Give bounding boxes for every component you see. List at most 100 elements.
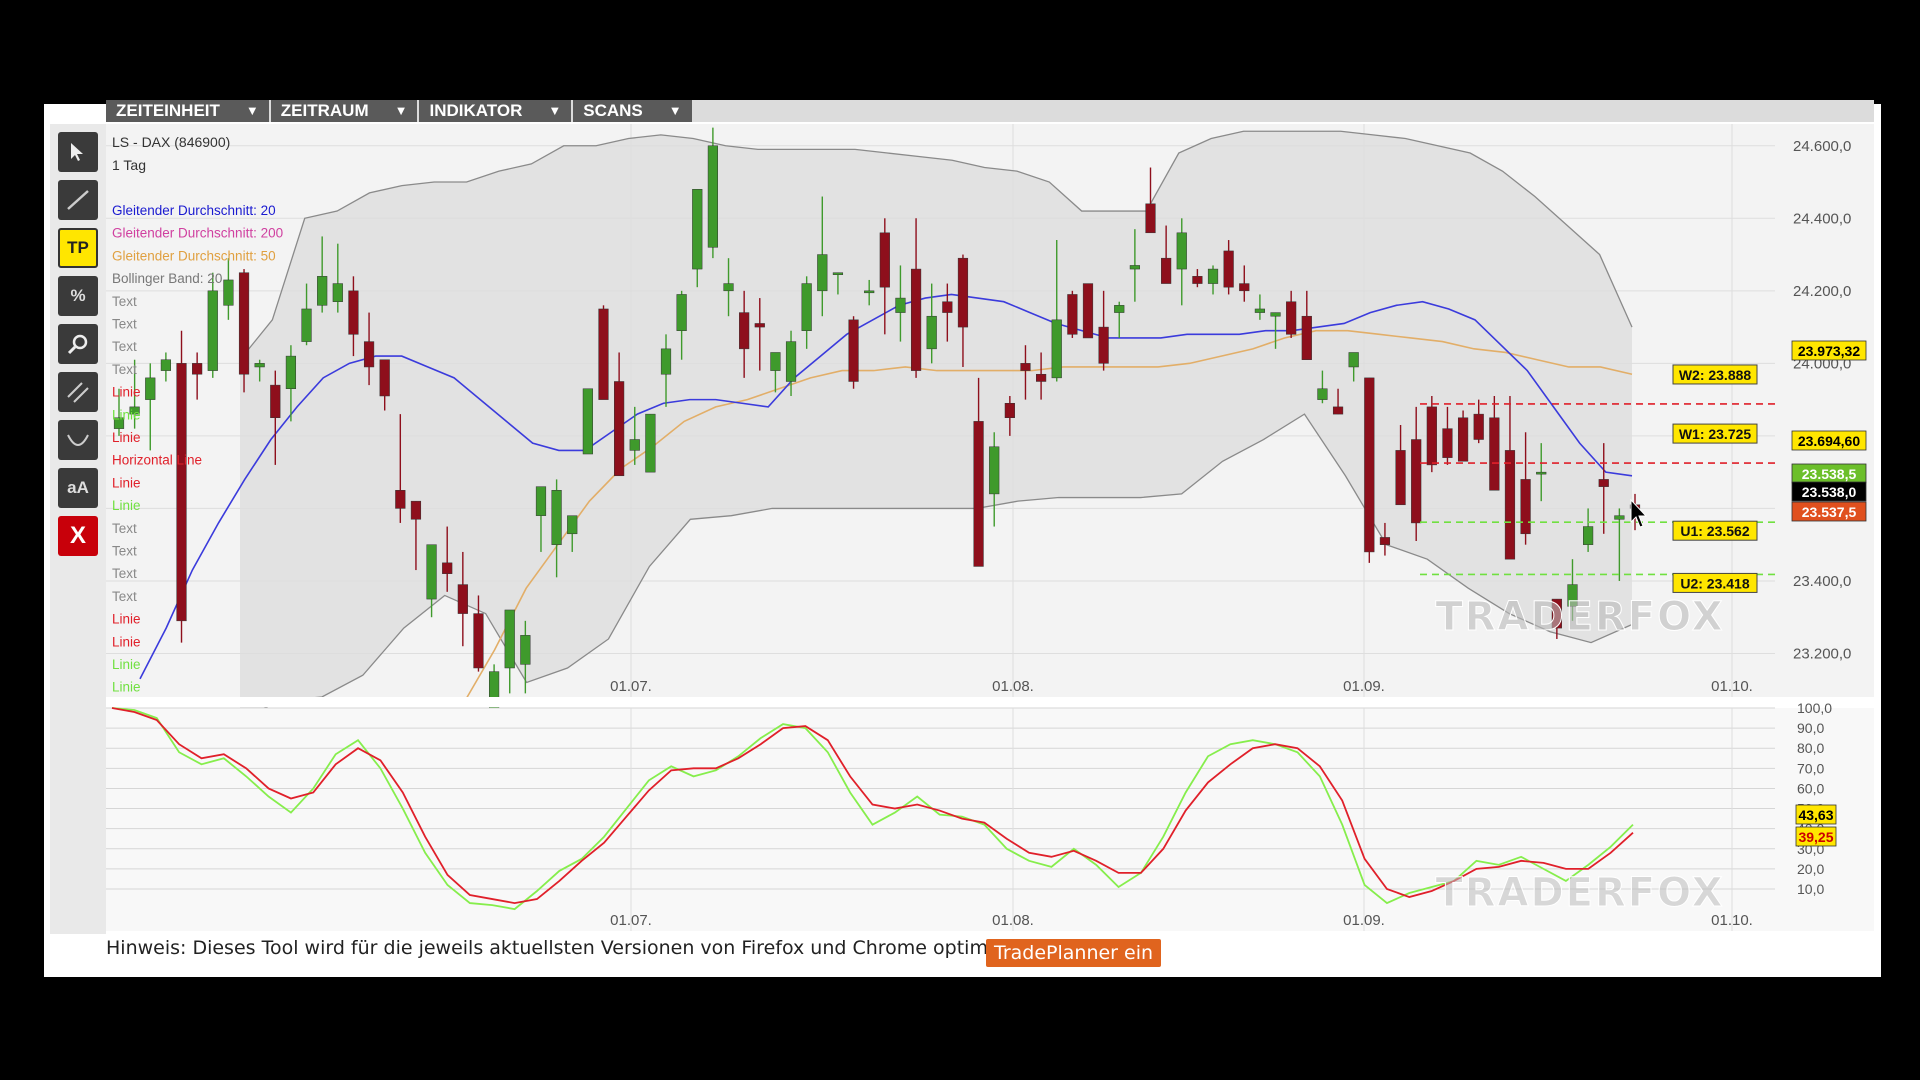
- candle-body: [1348, 352, 1359, 368]
- level-label: U2: 23.418: [1672, 572, 1758, 593]
- candle-body: [1520, 479, 1531, 535]
- legend-entry: Text: [112, 544, 137, 559]
- legend-entry: Text: [112, 362, 137, 377]
- legend-entry: Linie: [112, 407, 141, 422]
- candle-body: [864, 290, 875, 294]
- candle-body: [535, 486, 547, 516]
- candle-body: [254, 363, 265, 368]
- candle-body: [1426, 406, 1437, 466]
- osc-x-tick-label: 01.08.: [992, 912, 1034, 929]
- candle-body: [1489, 417, 1500, 491]
- candle-body: [567, 515, 578, 535]
- candle-body: [270, 384, 281, 419]
- candle-body: [1207, 268, 1219, 284]
- candle-body: [1332, 406, 1344, 415]
- candle-body: [926, 315, 937, 350]
- osc-y-tick-label: 100,0: [1797, 700, 1832, 716]
- candle-body: [1473, 413, 1484, 440]
- main-y-tick-label: 24.200,0: [1793, 283, 1851, 300]
- candle-body: [1286, 301, 1297, 335]
- candle-body: [223, 279, 234, 306]
- legend-entry: Gleitender Durchschnitt: 200: [112, 226, 283, 241]
- price-tag-text: 23.538,0: [1802, 484, 1857, 500]
- candle-body: [1301, 315, 1312, 360]
- candle-body: [1082, 283, 1094, 339]
- candle-body: [1192, 276, 1203, 284]
- candle-body: [676, 294, 687, 331]
- legend-entry: Linie: [112, 475, 141, 490]
- price-tag-text: 23.694,60: [1798, 433, 1860, 449]
- candle-body: [582, 388, 593, 455]
- main-y-tick-label: 23.400,0: [1793, 573, 1851, 590]
- legend-entry: Text: [112, 589, 137, 604]
- candle-body: [1442, 428, 1453, 458]
- candle-body: [1114, 305, 1125, 313]
- osc-y-tick-label: 80,0: [1797, 740, 1824, 756]
- candle-body: [1411, 439, 1422, 524]
- osc-y-tick-label: 10,0: [1797, 881, 1824, 897]
- tradeplanner-button[interactable]: TradePlanner ein: [986, 939, 1162, 967]
- candle-body: [1051, 319, 1062, 379]
- candle-body: [660, 348, 672, 375]
- instrument-name: LS - DAX (846900): [112, 134, 230, 150]
- candle-body: [1129, 265, 1140, 270]
- candle-body: [832, 272, 844, 275]
- candle-body: [1364, 377, 1375, 553]
- candle-body: [395, 490, 406, 509]
- candle-body: [645, 413, 656, 473]
- candle-body: [145, 377, 156, 400]
- level-label-text: W2: 23.888: [1679, 367, 1752, 383]
- candle-body: [707, 145, 718, 248]
- level-label: W1: 23.725: [1672, 423, 1758, 444]
- chart-area[interactable]: 01.07. 01.08. 01.09. 01.10. 23.200,0 23.400,0…: [0, 0, 1920, 1080]
- watermark-text: TRADERFOX: [1435, 594, 1724, 640]
- candle-body: [942, 301, 953, 313]
- candle-body: [504, 609, 515, 669]
- candle-body: [598, 308, 609, 400]
- main-y-tick-label: 24.400,0: [1793, 210, 1851, 227]
- candle-body: [1036, 373, 1047, 382]
- browser-hint: Hinweis: Dieses Tool wird für die jeweil…: [106, 937, 1028, 959]
- legend-entry: Text: [112, 339, 137, 354]
- candle-body: [879, 232, 890, 288]
- candle-body: [1317, 388, 1328, 400]
- candle-body: [442, 562, 453, 574]
- candle-body: [238, 272, 250, 375]
- price-tag-text: 23.973,32: [1798, 343, 1860, 359]
- candle-body: [817, 254, 828, 292]
- legend-entry: Text: [112, 317, 137, 332]
- legend-entry: Linie: [112, 385, 141, 400]
- level-label-text: U1: 23.562: [1680, 523, 1749, 539]
- candle-body: [1223, 250, 1234, 288]
- candle-body: [348, 290, 359, 335]
- osc-x-tick-label: 01.09.: [1343, 912, 1385, 929]
- candle-body: [457, 584, 468, 614]
- legend-entry: Linie: [112, 680, 141, 695]
- level-label: U1: 23.562: [1672, 520, 1758, 541]
- osc-watermark-text: TRADERFOX: [1435, 870, 1724, 916]
- candle-body: [301, 308, 312, 342]
- candle-body: [410, 500, 422, 520]
- candle-body: [1457, 417, 1469, 462]
- candle-body: [285, 355, 297, 389]
- candle-body: [160, 359, 171, 371]
- osc-tag-text: 39,25: [1798, 829, 1833, 845]
- candle-body: [770, 352, 781, 371]
- legend-entry: Text: [112, 521, 137, 536]
- main-x-tick-label: 01.10.: [1711, 678, 1753, 695]
- legend-entry: Horizontal Line: [112, 453, 202, 468]
- panel-separator: [106, 697, 1874, 707]
- candle-body: [317, 276, 328, 306]
- candle-body: [801, 283, 812, 331]
- price-tag-text: 23.538,5: [1802, 466, 1857, 482]
- legend-entry: Bollinger Band: 20: [112, 271, 222, 286]
- candle-body: [754, 323, 765, 328]
- main-x-tick-label: 01.08.: [992, 678, 1034, 695]
- candle-body: [1067, 294, 1078, 335]
- candle-body: [1270, 312, 1281, 317]
- candle-body: [332, 283, 343, 302]
- osc-y-tick-label: 70,0: [1797, 760, 1824, 776]
- candle-body: [473, 613, 484, 669]
- candle-body: [973, 421, 984, 567]
- candle-body: [723, 283, 734, 292]
